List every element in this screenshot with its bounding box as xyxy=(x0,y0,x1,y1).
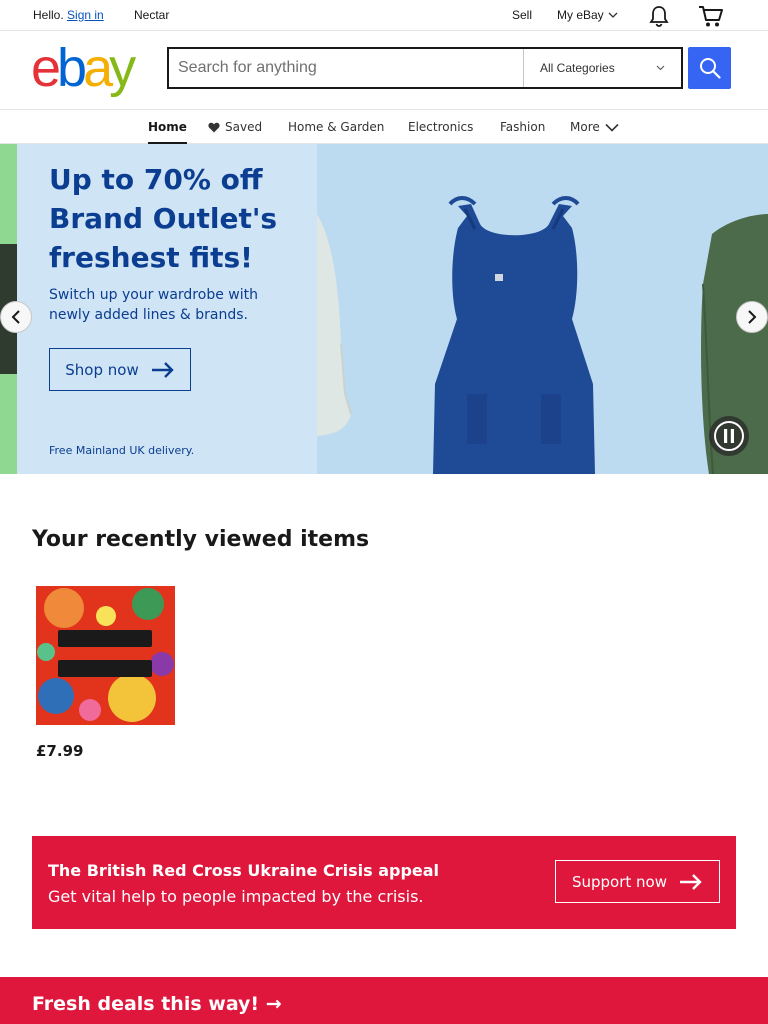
chevron-down-icon xyxy=(605,123,619,132)
pause-icon xyxy=(714,421,744,451)
nectar-link[interactable]: Nectar xyxy=(134,8,169,22)
my-ebay-menu[interactable]: My eBay xyxy=(557,8,618,22)
chevron-left-icon xyxy=(11,310,20,324)
chevron-down-icon xyxy=(656,65,665,71)
nav-item-label: Fashion xyxy=(500,120,546,134)
appeal-banner: The British Red Cross Ukraine Crisis app… xyxy=(32,836,736,929)
category-select-value: All Categories xyxy=(540,61,615,75)
appeal-title: The British Red Cross Ukraine Crisis app… xyxy=(48,861,440,880)
support-now-button[interactable]: Support now xyxy=(555,860,720,903)
recently-viewed-item[interactable]: £7.99 xyxy=(36,586,175,760)
nav-item-home[interactable]: Home xyxy=(148,120,187,144)
heart-icon xyxy=(208,122,220,132)
logo-letter: e xyxy=(31,38,61,98)
chevron-right-icon xyxy=(748,310,757,324)
nav-item-home-garden[interactable]: Home & Garden xyxy=(288,120,384,134)
shop-now-button[interactable]: Shop now xyxy=(49,348,191,391)
carousel-next-button[interactable] xyxy=(736,301,768,333)
arrow-right-icon xyxy=(680,873,702,890)
item-thumbnail[interactable] xyxy=(36,586,175,725)
hero-footnote: Free Mainland UK delivery. xyxy=(49,444,195,457)
category-nav: Home Saved Home & Garden Electronics Fas… xyxy=(0,109,768,144)
nav-item-label: Saved xyxy=(225,120,263,134)
chevron-down-icon xyxy=(608,12,618,18)
shop-now-label: Shop now xyxy=(65,360,139,379)
clothing-illustration xyxy=(317,144,768,474)
item-price: £7.99 xyxy=(36,742,84,760)
album-cover-image xyxy=(36,586,175,725)
nav-item-more[interactable]: More xyxy=(570,120,619,134)
greeting: Hello. Sign in xyxy=(33,8,104,22)
hero-carousel: Up to 70% off Brand Outlet's freshest fi… xyxy=(0,144,768,474)
greeting-text: Hello. xyxy=(33,8,64,22)
recently-viewed-title: Your recently viewed items xyxy=(32,527,370,552)
nav-item-electronics[interactable]: Electronics xyxy=(408,120,473,134)
notification-bell-icon[interactable] xyxy=(648,5,670,27)
search-input[interactable] xyxy=(169,49,523,87)
sell-link[interactable]: Sell xyxy=(512,8,532,22)
search-bar: All Categories xyxy=(167,47,683,89)
nav-item-fashion[interactable]: Fashion xyxy=(500,120,545,134)
hero-product-image xyxy=(317,144,768,474)
ebay-logo[interactable]: ebay xyxy=(31,38,136,98)
nav-item-label: Home xyxy=(148,120,187,134)
cart-icon[interactable] xyxy=(698,4,724,28)
my-ebay-label: My eBay xyxy=(557,8,604,22)
support-now-label: Support now xyxy=(571,872,668,891)
fresh-deals-link[interactable]: Fresh deals this way! → xyxy=(32,993,282,1015)
nav-item-label: Electronics xyxy=(408,120,474,134)
appeal-text: Get vital help to people impacted by the… xyxy=(48,887,424,906)
search-button[interactable] xyxy=(688,47,731,89)
logo-letter: y xyxy=(109,38,136,98)
carousel-pause-button[interactable] xyxy=(709,416,749,456)
search-icon xyxy=(699,58,721,79)
category-select[interactable]: All Categories xyxy=(523,49,681,87)
hero-subtext: Switch up your wardrobe with newly added… xyxy=(49,287,258,323)
carousel-previous-button[interactable] xyxy=(0,301,32,333)
nav-item-label: More xyxy=(570,120,600,134)
sign-in-link[interactable]: Sign in xyxy=(67,8,104,22)
nav-item-saved[interactable]: Saved xyxy=(208,120,262,134)
fresh-deals-banner[interactable]: Fresh deals this way! → xyxy=(0,977,768,1024)
arrow-right-icon xyxy=(151,361,174,378)
nav-item-label: Home & Garden xyxy=(288,120,385,134)
top-utility-bar: Hello. Sign in Nectar Sell My eBay xyxy=(0,0,768,31)
hero-heading: Up to 70% off Brand Outlet's freshest fi… xyxy=(49,163,278,274)
logo-letter: a xyxy=(83,38,113,98)
logo-letter: b xyxy=(57,38,87,98)
